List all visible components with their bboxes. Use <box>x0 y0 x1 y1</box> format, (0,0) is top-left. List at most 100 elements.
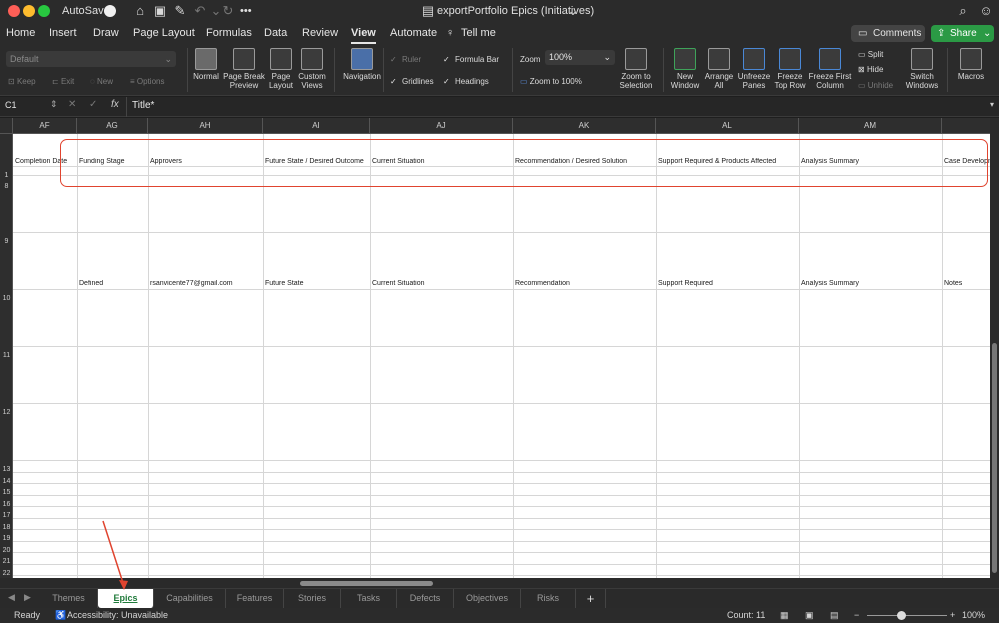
name-box-stepper-icon[interactable]: ⇕ <box>50 99 58 110</box>
row-header-15[interactable]: 15 <box>0 489 13 496</box>
new-view-button[interactable]: ◌ New <box>90 76 113 87</box>
column-header-am[interactable]: AM <box>799 118 942 134</box>
zoom-slider[interactable] <box>867 615 947 616</box>
zoom-to-selection-button[interactable]: Zoom to Selection <box>615 48 657 90</box>
name-box[interactable]: C1 <box>5 100 17 110</box>
row-header-9[interactable]: 9 <box>0 238 13 245</box>
minimize-window-button[interactable] <box>23 5 35 17</box>
gridlines-checkbox[interactable]: ✓ Gridlines <box>390 76 434 87</box>
search-icon[interactable]: ⌕ <box>955 3 971 19</box>
page-layout-view-button[interactable]: Page Layout <box>267 48 295 90</box>
undo-icon[interactable]: ↶ <box>192 3 208 19</box>
maximize-window-button[interactable] <box>38 5 50 17</box>
ruler-checkbox[interactable]: ✓ Ruler <box>390 54 421 65</box>
cell-an10[interactable]: Notes <box>944 280 990 287</box>
row-header-12[interactable]: 12 <box>0 409 13 416</box>
row-header-14[interactable]: 14 <box>0 478 13 485</box>
unfreeze-panes-button[interactable]: Unfreeze Panes <box>735 48 773 90</box>
account-icon[interactable]: ☺ <box>978 3 994 19</box>
tab-insert[interactable]: Insert <box>49 22 77 44</box>
cell-ag10[interactable]: Defined <box>79 280 147 287</box>
tab-review[interactable]: Review <box>302 22 338 44</box>
headings-checkbox[interactable]: ✓ Headings <box>443 76 489 87</box>
page-break-preview-button[interactable]: Page Break Preview <box>223 48 265 90</box>
cell-aj10[interactable]: Current Situation <box>372 280 512 287</box>
sheet-tab-objectives[interactable]: Objectives <box>454 589 521 608</box>
cell-am10[interactable]: Analysis Summary <box>801 280 941 287</box>
macros-button[interactable]: Macros <box>954 48 988 81</box>
page-break-icon[interactable]: ▤ <box>830 608 839 623</box>
tab-formulas[interactable]: Formulas <box>206 22 252 44</box>
freeze-top-row-button[interactable]: Freeze Top Row <box>772 48 808 90</box>
add-sheet-button[interactable]: + <box>576 589 606 608</box>
horizontal-scroll-thumb[interactable] <box>300 581 433 586</box>
column-header-af[interactable]: AF <box>13 118 77 134</box>
zoom-percent[interactable]: 100% <box>962 608 985 623</box>
tab-page-layout[interactable]: Page Layout <box>133 22 195 44</box>
zoom-dropdown[interactable]: 100% ⌄ <box>545 50 615 65</box>
fx-icon[interactable]: fx <box>111 99 119 110</box>
chevron-down-icon[interactable]: ⌄ <box>565 3 581 19</box>
row-header-13[interactable]: 13 <box>0 466 13 473</box>
column-header-ak[interactable]: AK <box>513 118 656 134</box>
autosave-toggle[interactable] <box>104 5 116 17</box>
unhide-button[interactable]: ▭ Unhide <box>858 80 893 91</box>
exit-button[interactable]: ⊏ Exit <box>52 76 74 87</box>
tab-draw[interactable]: Draw <box>93 22 119 44</box>
column-header-ai[interactable]: AI <box>263 118 370 134</box>
arrange-all-button[interactable]: Arrange All <box>702 48 736 90</box>
redo-icon[interactable]: ↻ <box>220 3 236 19</box>
normal-view-icon[interactable]: ▦ <box>780 608 789 623</box>
horizontal-scrollbar[interactable] <box>0 578 999 588</box>
save-icon[interactable]: ▣ <box>152 3 168 19</box>
column-header-aj[interactable]: AJ <box>370 118 513 134</box>
spreadsheet-grid[interactable]: AF AG AH AI AJ AK AL AM 1 8 9 10 11 12 1… <box>0 118 990 578</box>
column-header-ag[interactable]: AG <box>77 118 148 134</box>
vertical-scrollbar[interactable] <box>990 118 999 578</box>
split-button[interactable]: ▭ Split <box>858 49 883 60</box>
formula-bar-checkbox[interactable]: ✓ Formula Bar <box>443 54 499 65</box>
zoom-in-icon[interactable]: + <box>950 608 955 623</box>
normal-view-button[interactable]: Normal <box>192 48 220 81</box>
row-header-1[interactable]: 1 <box>0 172 13 179</box>
vertical-scroll-thumb[interactable] <box>992 343 997 573</box>
tab-automate[interactable]: Automate <box>390 22 437 44</box>
expand-formula-icon[interactable]: ▾ <box>990 100 994 109</box>
sheet-tab-features[interactable]: Features <box>226 589 284 608</box>
select-all-corner[interactable] <box>0 118 13 134</box>
column-header-an[interactable] <box>942 118 990 134</box>
edit-icon[interactable]: ✎ <box>172 3 188 19</box>
column-header-ah[interactable]: AH <box>148 118 263 134</box>
tab-home[interactable]: Home <box>6 22 35 44</box>
cell-ai10[interactable]: Future State <box>265 280 369 287</box>
more-icon[interactable]: ••• <box>240 0 252 22</box>
tab-data[interactable]: Data <box>264 22 287 44</box>
options-button[interactable]: ≡ Options <box>130 76 164 87</box>
sheet-tab-stories[interactable]: Stories <box>284 589 341 608</box>
comments-button[interactable]: ▭ Comments <box>851 25 925 42</box>
keep-button[interactable]: ⊡ Keep <box>8 76 36 87</box>
formula-input[interactable]: Title* <box>132 100 154 111</box>
row-header-11[interactable]: 11 <box>0 352 13 359</box>
zoom-slider-thumb[interactable] <box>897 611 906 620</box>
hide-button[interactable]: ⊠ Hide <box>858 64 883 75</box>
zoom-out-icon[interactable]: − <box>854 608 859 623</box>
cell-al10[interactable]: Support Required <box>658 280 798 287</box>
zoom-to-100-button[interactable]: ▭ Zoom to 100% <box>520 76 582 87</box>
tab-view[interactable]: View <box>351 22 376 44</box>
column-header-al[interactable]: AL <box>656 118 799 134</box>
new-window-button[interactable]: New Window <box>667 48 703 90</box>
cancel-icon[interactable]: ✕ <box>68 99 76 110</box>
row-header-16[interactable]: 16 <box>0 501 13 508</box>
cell-ah10[interactable]: rsanvicente77@gmail.com <box>150 280 262 287</box>
page-layout-icon[interactable]: ▣ <box>805 608 814 623</box>
freeze-first-column-button[interactable]: Freeze First Column <box>807 48 853 90</box>
row-header-8[interactable]: 8 <box>0 183 13 190</box>
cell-ak10[interactable]: Recommendation <box>515 280 655 287</box>
accessibility-status[interactable]: Accessibility: Unavailable <box>67 608 168 623</box>
sheet-tab-capabilities[interactable]: Capabilities <box>154 589 226 608</box>
row-header-10[interactable]: 10 <box>0 295 13 302</box>
share-button[interactable]: ⇪ Share ⌄ <box>931 25 994 42</box>
close-window-button[interactable] <box>8 5 20 17</box>
sheet-tab-risks[interactable]: Risks <box>521 589 576 608</box>
